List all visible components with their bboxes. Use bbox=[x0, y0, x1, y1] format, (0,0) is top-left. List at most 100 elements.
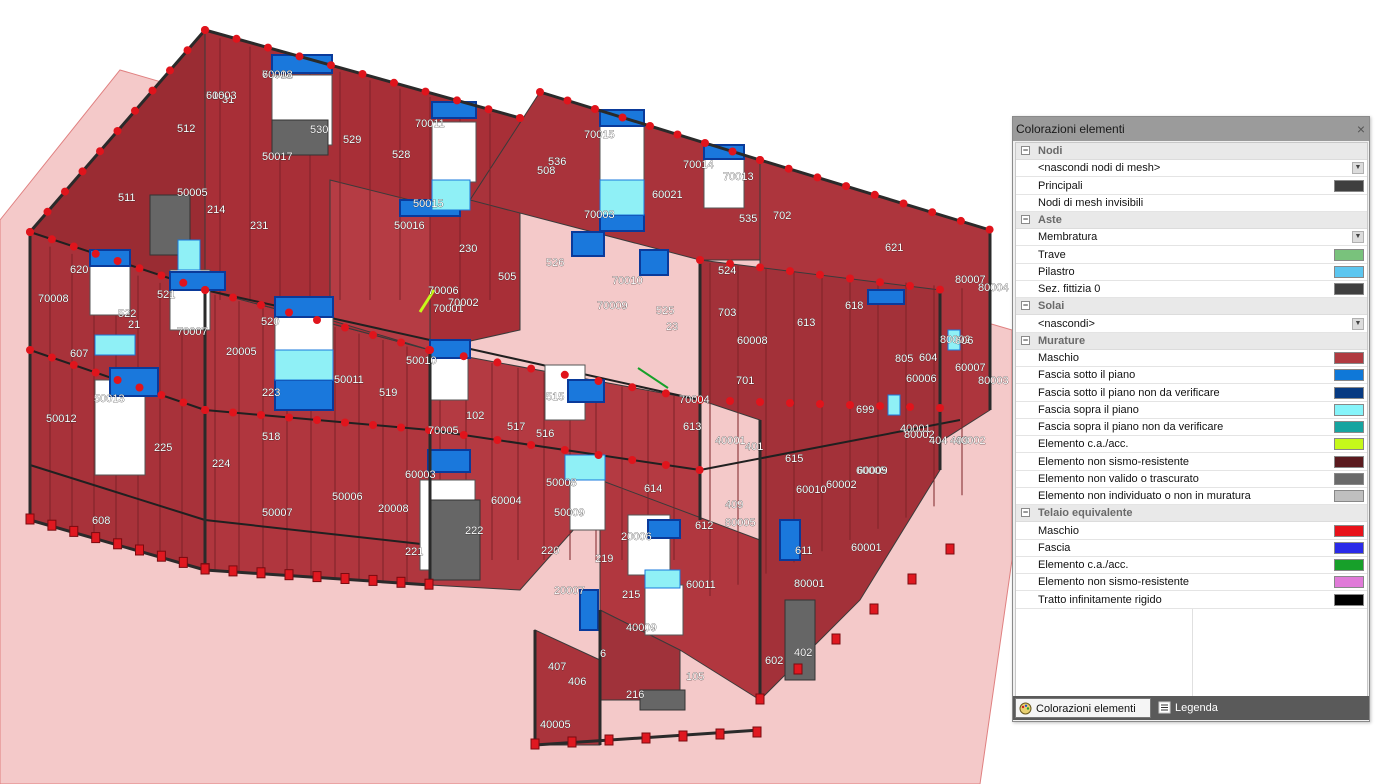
color-swatch[interactable] bbox=[1334, 576, 1364, 589]
color-swatch[interactable] bbox=[1334, 559, 1364, 571]
close-icon[interactable]: × bbox=[1357, 117, 1365, 141]
tab-colorazioni-elementi[interactable]: Colorazioni elementi bbox=[1015, 698, 1151, 718]
legend-row[interactable]: Principali bbox=[1016, 178, 1367, 195]
element-label: 401 bbox=[745, 441, 763, 453]
legend-row[interactable]: Trave bbox=[1016, 247, 1367, 264]
element-label: 80001 bbox=[794, 578, 825, 590]
group-header[interactable]: − Murature bbox=[1016, 332, 1367, 350]
mesh-node bbox=[628, 383, 637, 392]
color-swatch[interactable] bbox=[1334, 369, 1364, 382]
mesh-node bbox=[327, 61, 335, 70]
legend-row[interactable]: Elemento non sismo-resistente bbox=[1016, 454, 1367, 471]
element-label: 21 bbox=[128, 319, 140, 331]
element-label: 60008 bbox=[737, 335, 768, 347]
legend-row[interactable]: Elemento non individuato o non in muratu… bbox=[1016, 488, 1367, 505]
element-label: 23 bbox=[666, 321, 678, 333]
mesh-node bbox=[813, 173, 822, 182]
color-swatch[interactable] bbox=[1334, 490, 1364, 502]
row-label: Elemento c.a./acc. bbox=[1038, 559, 1129, 571]
chevron-down-icon[interactable]: ▼ bbox=[1352, 162, 1364, 175]
color-swatch[interactable] bbox=[1334, 455, 1364, 468]
spandrel-below bbox=[639, 249, 669, 276]
spandrel-below bbox=[169, 271, 226, 291]
legend-row[interactable]: Fascia bbox=[1016, 540, 1367, 557]
element-label: 80005 bbox=[725, 517, 756, 529]
legend-row[interactable]: Elemento non sismo-resistente bbox=[1016, 574, 1367, 592]
color-swatch[interactable] bbox=[1334, 541, 1364, 554]
base-support bbox=[678, 730, 688, 742]
mesh-node bbox=[157, 391, 166, 399]
element-label: 70009 bbox=[597, 300, 628, 312]
chevron-down-icon[interactable]: ▼ bbox=[1352, 317, 1364, 330]
color-swatch[interactable] bbox=[1334, 179, 1364, 192]
mesh-node bbox=[201, 406, 210, 414]
element-label: 6 bbox=[600, 648, 606, 660]
legend-row[interactable]: Pilastro bbox=[1016, 264, 1367, 281]
legend-row[interactable]: Fascia sotto il piano bbox=[1016, 367, 1367, 385]
spandrel-above bbox=[644, 569, 681, 589]
row-label: Principali bbox=[1038, 179, 1083, 192]
collapse-icon[interactable]: − bbox=[1021, 335, 1030, 345]
dropdown-row[interactable]: <nascondi nodi di mesh> ▼ bbox=[1016, 160, 1367, 178]
color-swatch[interactable] bbox=[1334, 593, 1364, 606]
mesh-node bbox=[484, 105, 493, 114]
color-swatch[interactable] bbox=[1334, 248, 1364, 261]
collapse-icon[interactable]: − bbox=[1021, 215, 1030, 224]
legend-row[interactable]: Sez. fittizia 0 bbox=[1016, 281, 1367, 298]
row-label: <nascondi nodi di mesh> bbox=[1038, 162, 1161, 175]
color-swatch[interactable] bbox=[1334, 524, 1364, 537]
mesh-node bbox=[183, 46, 192, 55]
element-label: 703 bbox=[718, 307, 736, 319]
mesh-node bbox=[985, 225, 994, 234]
legend-row[interactable]: Fascia sopra il piano non da verificare bbox=[1016, 419, 1367, 436]
row-label: Fascia sopra il piano non da verificare bbox=[1038, 421, 1224, 433]
mesh-node bbox=[397, 423, 405, 432]
mesh-node bbox=[313, 316, 321, 324]
mesh-node bbox=[876, 278, 884, 287]
color-swatch[interactable] bbox=[1334, 438, 1364, 451]
dropdown-row[interactable]: Membratura ▼ bbox=[1016, 229, 1367, 247]
group-header[interactable]: − Solai bbox=[1016, 298, 1367, 316]
dropdown-row[interactable]: <nascondi> ▼ bbox=[1016, 316, 1367, 333]
legend-row[interactable]: Fascia sopra il piano bbox=[1016, 402, 1367, 419]
legend-row[interactable]: Fascia sotto il piano non da verificare bbox=[1016, 385, 1367, 402]
group-header[interactable]: − Nodi bbox=[1016, 143, 1367, 160]
element-label: 70007 bbox=[177, 326, 208, 338]
base-support bbox=[715, 728, 725, 740]
color-swatch[interactable] bbox=[1334, 352, 1364, 364]
element-label: 525 bbox=[656, 305, 674, 317]
chevron-down-icon[interactable]: ▼ bbox=[1352, 231, 1364, 244]
color-swatch[interactable] bbox=[1334, 265, 1364, 278]
legend-row[interactable]: Elemento c.a./acc. bbox=[1016, 557, 1367, 574]
element-label: 612 bbox=[695, 520, 713, 532]
mesh-node bbox=[264, 43, 272, 52]
legend-row[interactable]: Maschio bbox=[1016, 523, 1367, 540]
base-support bbox=[604, 734, 614, 746]
color-swatch[interactable] bbox=[1334, 403, 1364, 416]
element-label: 40005 bbox=[540, 719, 571, 731]
mesh-node bbox=[527, 364, 536, 373]
color-swatch[interactable] bbox=[1334, 283, 1364, 295]
color-swatch[interactable] bbox=[1334, 386, 1364, 399]
group-header[interactable]: − Telaio equivalente bbox=[1016, 505, 1367, 523]
element-label: 50006 bbox=[332, 491, 363, 503]
mesh-node bbox=[201, 26, 209, 34]
collapse-icon[interactable]: − bbox=[1021, 508, 1030, 518]
mesh-node bbox=[91, 368, 100, 377]
color-swatch[interactable] bbox=[1334, 472, 1364, 485]
collapse-icon[interactable]: − bbox=[1021, 146, 1030, 155]
legend-row[interactable]: Nodi di mesh invisibili bbox=[1016, 195, 1367, 212]
element-label: 70011 bbox=[415, 118, 445, 130]
collapse-icon[interactable]: − bbox=[1021, 301, 1030, 311]
mesh-node bbox=[43, 207, 52, 216]
panel-title-bar[interactable]: Colorazioni elementi × bbox=[1013, 117, 1369, 141]
tab-legenda[interactable]: Legenda bbox=[1155, 698, 1245, 718]
legend-row[interactable]: Elemento non valido o trascurato bbox=[1016, 471, 1367, 488]
color-swatch[interactable] bbox=[1334, 421, 1364, 433]
legend-row[interactable]: Tratto infinitamente rigido bbox=[1016, 592, 1367, 609]
group-header[interactable]: − Aste bbox=[1016, 212, 1367, 229]
legend-row[interactable]: Maschio bbox=[1016, 350, 1367, 367]
legend-row[interactable]: Elemento c.a./acc. bbox=[1016, 436, 1367, 454]
mesh-node bbox=[453, 96, 461, 105]
base-support bbox=[793, 663, 803, 675]
